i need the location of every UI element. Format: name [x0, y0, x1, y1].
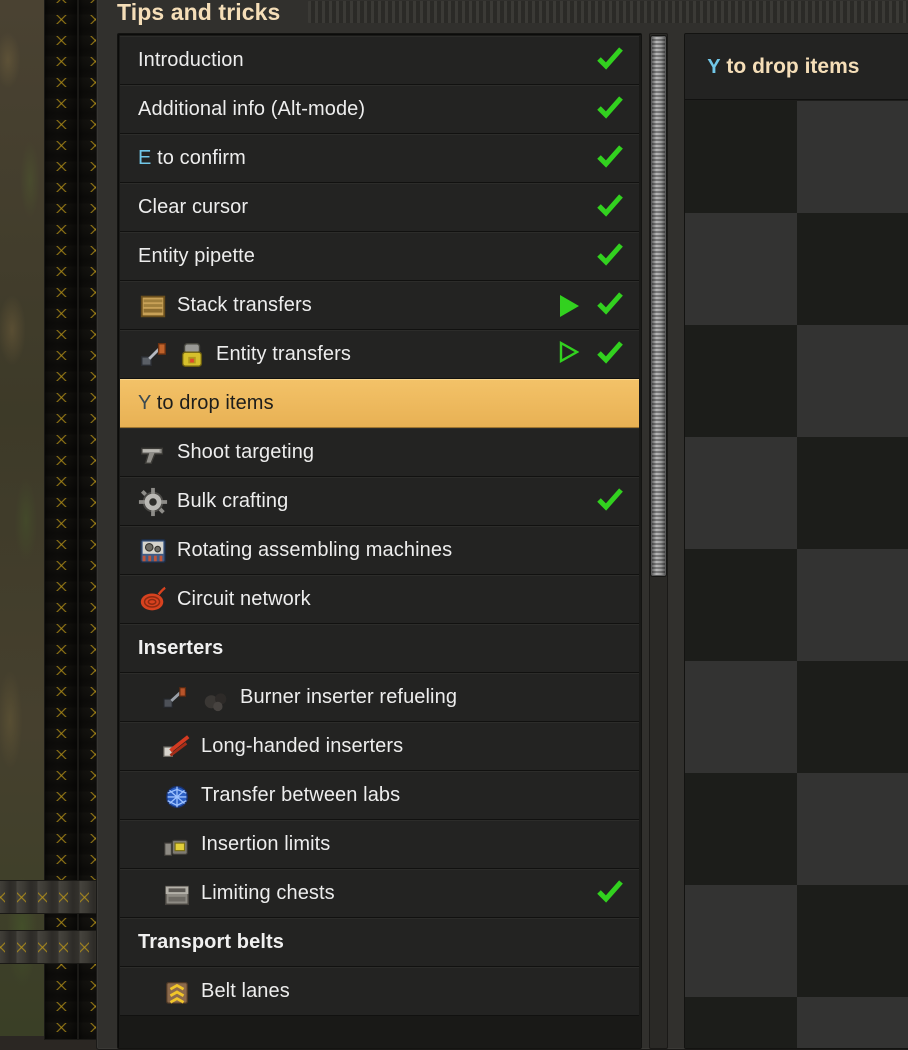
completed-check-icon: [597, 340, 623, 369]
page-title: Tips and tricks: [117, 0, 280, 26]
list-item-label: Entity pipette: [138, 245, 597, 268]
list-item-label: Rotating assembling machines: [177, 539, 623, 562]
list-item[interactable]: Clear cursor: [120, 183, 639, 232]
yellow-inserter-icon: [162, 830, 192, 860]
completed-check-icon: [597, 193, 623, 222]
list-item[interactable]: Long-handed inserters: [120, 722, 639, 771]
row-markers: [597, 879, 623, 908]
keybind-label: Y: [138, 392, 151, 414]
coal-icon: [201, 683, 231, 713]
play-video-outline-icon[interactable]: [559, 341, 579, 368]
list-item[interactable]: Limiting chests: [120, 869, 639, 918]
assembling-machine-icon: [138, 536, 168, 566]
row-markers: [597, 46, 623, 75]
list-item-label: Entity transfers: [216, 343, 559, 366]
list-section-header: Transport belts: [120, 918, 639, 967]
list-item-label: Shoot targeting: [177, 441, 623, 464]
list-item[interactable]: Entity transfers: [120, 330, 639, 379]
tip-preview-title: Y to drop items: [707, 55, 859, 79]
tip-preview-panel: Y to drop items: [684, 33, 908, 1049]
list-item[interactable]: Additional info (Alt-mode): [120, 85, 639, 134]
list-item-label: Introduction: [138, 49, 597, 72]
science-pack-icon: [162, 781, 192, 811]
list-item-label: Stack transfers: [177, 294, 560, 317]
list-item-label: Clear cursor: [138, 196, 597, 219]
list-item[interactable]: Stack transfers: [120, 281, 639, 330]
window-content: Introduction Additional info (Alt-mode) E …: [97, 33, 908, 1049]
list-item-label: Limiting chests: [201, 882, 597, 905]
burner-inserter-icon: [162, 683, 192, 713]
row-markers: [560, 291, 623, 320]
list-item-label: Transfer between labs: [201, 784, 623, 807]
tips-list: Introduction Additional info (Alt-mode) E …: [120, 36, 639, 1046]
list-item-label: Additional info (Alt-mode): [138, 98, 597, 121]
wooden-chest-icon: [138, 291, 168, 321]
play-video-icon[interactable]: [560, 295, 579, 317]
list-item[interactable]: Bulk crafting: [120, 477, 639, 526]
list-item-label-text: to confirm: [157, 147, 246, 169]
pistol-icon: [138, 438, 168, 468]
list-item-label: Y to drop items: [138, 392, 623, 415]
list-item[interactable]: Circuit network: [120, 575, 639, 624]
tip-preview-header: Y to drop items: [685, 34, 908, 100]
list-scrollbar[interactable]: [649, 33, 668, 1049]
list-item[interactable]: Shoot targeting: [120, 428, 639, 477]
list-item[interactable]: Entity pipette: [120, 232, 639, 281]
completed-check-icon: [597, 144, 623, 173]
list-item[interactable]: E to confirm: [120, 134, 639, 183]
list-item[interactable]: Burner inserter refueling: [120, 673, 639, 722]
completed-check-icon: [597, 487, 623, 516]
list-section-header: Inserters: [120, 624, 639, 673]
tip-preview-canvas: [685, 101, 908, 1048]
window-drag-handle[interactable]: [308, 1, 908, 23]
row-markers: [597, 95, 623, 124]
completed-check-icon: [597, 46, 623, 75]
list-item[interactable]: Y to drop items: [120, 379, 639, 428]
tips-and-tricks-window: Tips and tricks Introduction Additional i…: [96, 0, 908, 1050]
list-item-label: Long-handed inserters: [201, 735, 623, 758]
list-item-label: Circuit network: [177, 588, 623, 611]
list-item[interactable]: Insertion limits: [120, 820, 639, 869]
window-titlebar: Tips and tricks: [97, 0, 908, 33]
red-wire-icon: [138, 585, 168, 615]
vertical-scroll-thumb[interactable]: [651, 36, 666, 576]
list-item-label-text: to drop items: [157, 392, 274, 414]
list-item-label: Burner inserter refueling: [240, 686, 623, 709]
iron-chest-icon: [162, 879, 192, 909]
tip-preview-title-text: to drop items: [726, 55, 859, 78]
row-markers: [559, 340, 623, 369]
list-item-label: E to confirm: [138, 147, 597, 170]
list-item-label: Insertion limits: [201, 833, 623, 856]
list-item[interactable]: Introduction: [120, 36, 639, 85]
long-inserter-icon: [162, 732, 192, 762]
keybind-label: E: [138, 147, 151, 169]
completed-check-icon: [597, 95, 623, 124]
completed-check-icon: [597, 291, 623, 320]
list-item-label: Belt lanes: [201, 980, 623, 1003]
list-item-label: Transport belts: [138, 931, 623, 954]
list-item-label: Bulk crafting: [177, 490, 597, 513]
list-item-label: Inserters: [138, 637, 623, 660]
row-markers: [597, 144, 623, 173]
inserter-icon: [138, 340, 168, 370]
completed-check-icon: [597, 242, 623, 271]
row-markers: [597, 487, 623, 516]
list-item[interactable]: Belt lanes: [120, 967, 639, 1016]
gear-wheel-icon: [138, 487, 168, 517]
row-markers: [597, 242, 623, 271]
transport-belt-icon: [162, 977, 192, 1007]
list-item[interactable]: Transfer between labs: [120, 771, 639, 820]
tips-list-panel: Introduction Additional info (Alt-mode) E …: [117, 33, 642, 1049]
list-item[interactable]: Rotating assembling machines: [120, 526, 639, 575]
car-icon: [177, 340, 207, 370]
completed-check-icon: [597, 879, 623, 908]
keybind-label: Y: [707, 56, 720, 78]
row-markers: [597, 193, 623, 222]
